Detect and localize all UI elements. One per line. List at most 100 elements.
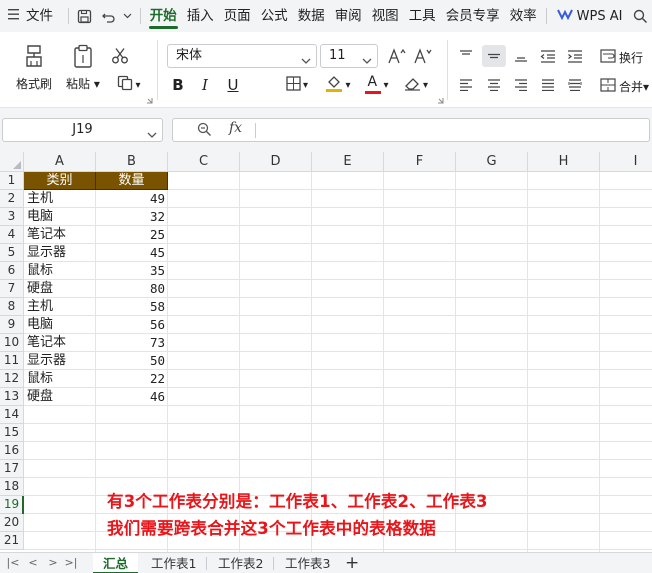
row-header-19[interactable]: 19 [0,496,24,514]
cell-category[interactable]: 电脑 [24,208,96,226]
tab-home[interactable]: 开始 [145,0,182,32]
tab-view[interactable]: 视图 [367,0,404,32]
row-header-9[interactable]: 9 [0,316,24,334]
column-header-f[interactable]: F [384,152,456,172]
tab-tools[interactable]: 工具 [404,0,441,32]
dialog-launcher-icon[interactable] [145,96,153,104]
row-header-17[interactable]: 17 [0,460,24,478]
tab-data[interactable]: 数据 [293,0,330,32]
italic-button[interactable]: I [194,74,216,96]
row-header-16[interactable]: 16 [0,442,24,460]
font-name-select[interactable]: 宋体 [167,44,317,68]
decrease-indent-icon[interactable] [537,45,559,67]
row-header-18[interactable]: 18 [0,478,24,496]
cell-quantity[interactable]: 50 [96,352,168,370]
sheet-tab-3[interactable]: 工作表3 [275,553,340,573]
font-size-select[interactable]: 11 [320,44,378,68]
cell-category[interactable]: 鼠标 [24,370,96,388]
tab-formula[interactable]: 公式 [256,0,293,32]
wrap-text-icon[interactable] [598,45,618,67]
row-header-1[interactable]: 1 [0,172,24,190]
justify-icon[interactable] [537,74,559,96]
prev-sheet-button[interactable]: < [26,555,40,571]
clear-format-button[interactable]: ▾ [400,74,432,96]
column-header-e[interactable]: E [312,152,384,172]
cell-quantity[interactable]: 35 [96,262,168,280]
cell-category[interactable]: 显示器 [24,352,96,370]
cell-category[interactable]: 鼠标 [24,262,96,280]
zoom-icon[interactable] [197,122,212,141]
column-header-b[interactable]: B [96,152,168,172]
add-sheet-button[interactable]: + [345,553,359,573]
row-header-20[interactable]: 20 [0,514,24,532]
increase-indent-icon[interactable] [564,45,586,67]
row-header-10[interactable]: 10 [0,334,24,352]
row-header-3[interactable]: 3 [0,208,24,226]
cell-quantity[interactable]: 22 [96,370,168,388]
cell-category[interactable]: 电脑 [24,316,96,334]
cell-category[interactable]: 主机 [24,298,96,316]
column-header-a[interactable]: A [24,152,96,172]
undo-icon[interactable] [97,0,121,32]
fill-color-button[interactable]: ▾ [321,74,355,96]
row-header-21[interactable]: 21 [0,532,24,550]
first-sheet-button[interactable]: |< [6,555,20,571]
sheet-tab-1[interactable]: 工作表1 [141,553,206,573]
align-bottom-icon[interactable] [510,45,532,67]
tab-member[interactable]: 会员专享 [441,0,505,32]
row-header-8[interactable]: 8 [0,298,24,316]
cell-quantity[interactable]: 46 [96,388,168,406]
cell-quantity[interactable]: 56 [96,316,168,334]
spreadsheet-grid[interactable]: ABCDEFGHI 1 2 3 4 5 6 7 8 9 10 11 12 13 14 15 16 17 18 19 2… [0,152,652,552]
name-box[interactable]: J19 [2,118,163,142]
cell-quantity[interactable]: 80 [96,280,168,298]
cell-quantity[interactable]: 73 [96,334,168,352]
chevron-down-icon[interactable] [120,0,136,32]
select-all-corner[interactable] [0,152,24,172]
last-sheet-button[interactable]: >| [64,555,78,571]
row-header-5[interactable]: 5 [0,244,24,262]
dialog-launcher-icon[interactable] [436,96,444,104]
column-header-i[interactable]: I [600,152,652,172]
tab-insert[interactable]: 插入 [182,0,219,32]
cell-b1-header[interactable]: 数量 [96,172,168,190]
formula-input[interactable]: fx [172,118,650,142]
column-header-h[interactable]: H [528,152,600,172]
paste-button[interactable]: 粘贴 ▾ [66,44,100,92]
row-header-15[interactable]: 15 [0,424,24,442]
row-header-6[interactable]: 6 [0,262,24,280]
cell-category[interactable]: 硬盘 [24,280,96,298]
align-center-icon[interactable] [482,74,506,96]
column-header-c[interactable]: C [168,152,240,172]
merge-cells-button[interactable]: 合并▾ [619,78,649,95]
column-header-d[interactable]: D [240,152,312,172]
cell-quantity[interactable]: 25 [96,226,168,244]
cell-category[interactable]: 笔记本 [24,334,96,352]
row-header-7[interactable]: 7 [0,280,24,298]
cell-quantity[interactable]: 49 [96,190,168,208]
wps-ai-button[interactable]: WPS AI [551,8,629,24]
distributed-align-icon[interactable] [564,74,586,96]
align-middle-icon[interactable] [482,45,506,67]
next-sheet-button[interactable]: > [46,555,60,571]
save-icon[interactable] [73,0,97,32]
row-header-13[interactable]: 13 [0,388,24,406]
align-top-icon[interactable] [455,45,477,67]
tab-efficiency[interactable]: 效率 [505,0,542,32]
row-header-12[interactable]: 12 [0,370,24,388]
decrease-font-icon[interactable] [412,45,434,67]
increase-font-icon[interactable] [386,45,408,67]
underline-button[interactable]: U [222,74,244,96]
row-header-14[interactable]: 14 [0,406,24,424]
column-header-g[interactable]: G [456,152,528,172]
fx-icon[interactable]: fx [229,120,242,136]
cell-quantity[interactable]: 45 [96,244,168,262]
search-icon[interactable] [628,0,652,32]
cell-category[interactable]: 显示器 [24,244,96,262]
file-menu[interactable]: 文件 [0,0,64,32]
cell-a1-header[interactable]: 类别 [24,172,96,190]
cell-quantity[interactable]: 32 [96,208,168,226]
borders-button[interactable]: ▾ [281,74,313,96]
merge-cells-icon[interactable] [598,74,618,96]
cell-category[interactable]: 笔记本 [24,226,96,244]
